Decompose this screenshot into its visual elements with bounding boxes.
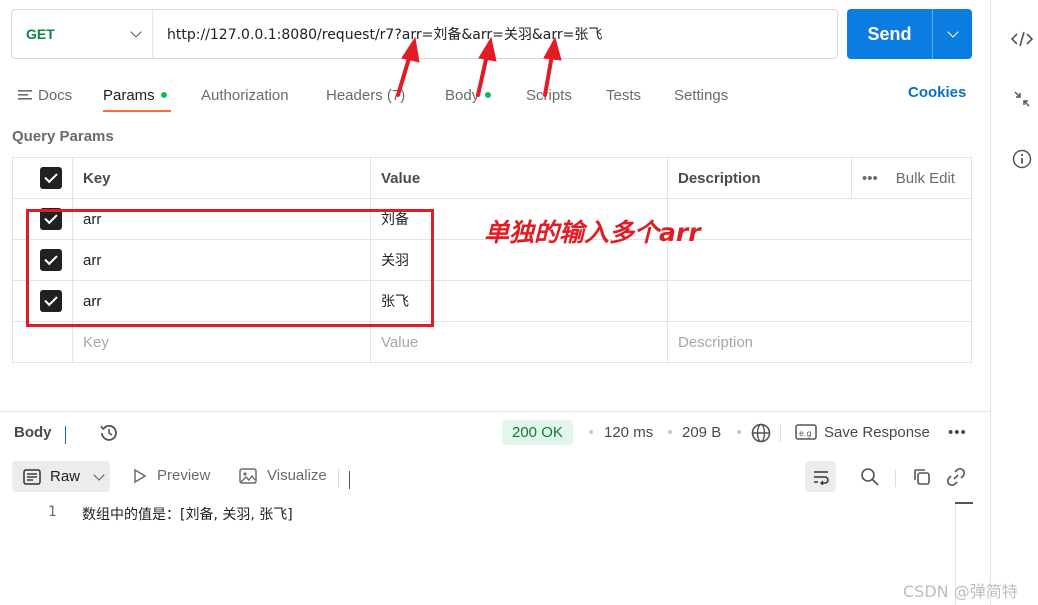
tab-label: Headers (7) bbox=[326, 86, 406, 104]
history-icon[interactable] bbox=[98, 422, 120, 448]
active-indicator-dot bbox=[160, 92, 167, 98]
tab-label: Scripts bbox=[526, 86, 572, 104]
url-input[interactable]: http://127.0.0.1:8080/request/r7?arr=刘备&… bbox=[153, 24, 602, 44]
sidebar-divider bbox=[990, 0, 991, 605]
play-icon bbox=[134, 468, 147, 483]
response-header: Body 200 OK 120 ms 209 B e.g Save Respon… bbox=[0, 418, 990, 448]
line-number: 1 bbox=[48, 504, 57, 520]
method-label: GET bbox=[26, 26, 55, 42]
chevron-down-icon bbox=[65, 426, 66, 444]
status-badge[interactable]: 200 OK bbox=[502, 420, 573, 445]
new-key-input[interactable]: Key bbox=[72, 321, 371, 363]
preview-button[interactable]: Preview bbox=[133, 467, 210, 484]
chevron-down-icon bbox=[946, 26, 959, 38]
method-select[interactable]: GET bbox=[12, 10, 153, 58]
url-bar: GET http://127.0.0.1:8080/request/r7?arr… bbox=[11, 9, 838, 59]
raw-icon bbox=[23, 468, 41, 485]
request-tabs: Docs Params Authorization Headers (7) Bo… bbox=[0, 78, 990, 114]
column-header-value: Value bbox=[370, 157, 668, 199]
chevron-down-icon bbox=[130, 26, 142, 38]
scrollbar-thumb[interactable] bbox=[955, 502, 973, 504]
separator bbox=[780, 424, 781, 442]
bulk-edit-button[interactable]: Bulk Edit bbox=[896, 170, 955, 187]
tab-authorization[interactable]: Authorization bbox=[201, 78, 289, 112]
globe-icon[interactable] bbox=[750, 422, 772, 448]
more-options-icon[interactable]: ••• bbox=[862, 170, 878, 187]
collapse-icon[interactable] bbox=[1010, 87, 1034, 111]
more-options-icon[interactable]: ••• bbox=[948, 424, 967, 441]
tab-docs[interactable]: Docs bbox=[18, 78, 72, 112]
tab-label: Docs bbox=[38, 86, 73, 104]
tab-scripts[interactable]: Scripts bbox=[526, 78, 572, 112]
format-label: Raw bbox=[50, 468, 81, 485]
separator-dot bbox=[589, 430, 593, 434]
line-content[interactable]: 数组中的值是：[刘备, 关羽, 张飞] bbox=[82, 504, 293, 524]
tab-label: Body bbox=[445, 86, 480, 104]
response-format-bar: Raw Preview Visualize bbox=[0, 461, 990, 493]
visualize-button[interactable]: Visualize bbox=[239, 467, 327, 484]
select-all-checkbox[interactable] bbox=[40, 167, 62, 189]
new-value-input[interactable]: Value bbox=[370, 321, 668, 363]
bulk-edit-cell: ••• Bulk Edit bbox=[851, 157, 972, 199]
wrap-icon bbox=[813, 470, 829, 485]
search-icon[interactable] bbox=[860, 467, 880, 491]
column-header-description: Description bbox=[667, 157, 852, 199]
separator-dot bbox=[737, 430, 741, 434]
tab-label: Authorization bbox=[201, 86, 289, 104]
wrap-lines-button[interactable] bbox=[805, 461, 836, 492]
table-row-empty: Key Value Description bbox=[12, 321, 972, 363]
response-size[interactable]: 209 B bbox=[682, 424, 721, 441]
chevron-down-icon bbox=[349, 471, 350, 489]
code-icon[interactable] bbox=[1010, 27, 1034, 51]
separator bbox=[895, 469, 896, 487]
param-description[interactable] bbox=[667, 198, 972, 240]
query-params-title: Query Params bbox=[12, 128, 114, 145]
send-label[interactable]: Send bbox=[847, 9, 933, 59]
svg-text:e.g: e.g bbox=[799, 429, 812, 438]
param-description[interactable] bbox=[667, 239, 972, 281]
image-icon bbox=[239, 467, 257, 484]
active-tab-underline bbox=[103, 110, 171, 112]
tab-label: Settings bbox=[674, 86, 729, 104]
link-icon[interactable] bbox=[946, 467, 966, 491]
response-time[interactable]: 120 ms bbox=[604, 424, 653, 441]
table-header-row: Key Value Description ••• Bulk Edit bbox=[12, 157, 972, 199]
separator bbox=[338, 469, 339, 487]
highlight-box bbox=[26, 209, 434, 327]
save-response-icon: e.g bbox=[795, 423, 817, 445]
save-response-button[interactable]: Save Response bbox=[824, 424, 930, 441]
copy-icon[interactable] bbox=[912, 467, 932, 491]
response-body-label[interactable]: Body bbox=[14, 424, 52, 441]
visualize-dropdown[interactable] bbox=[349, 471, 350, 489]
tab-settings[interactable]: Settings bbox=[674, 78, 728, 112]
tab-label: Params bbox=[103, 86, 155, 104]
tab-headers[interactable]: Headers (7) bbox=[326, 78, 405, 112]
tab-body[interactable]: Body bbox=[445, 78, 492, 112]
cookies-link[interactable]: Cookies bbox=[908, 84, 966, 101]
tab-params[interactable]: Params bbox=[103, 78, 167, 112]
pane-divider[interactable] bbox=[0, 411, 990, 412]
body-indicator-dot bbox=[485, 92, 492, 98]
header-checkbox-cell bbox=[12, 157, 73, 199]
format-select[interactable]: Raw bbox=[12, 461, 110, 492]
column-header-key: Key bbox=[72, 157, 371, 199]
docs-icon bbox=[18, 90, 32, 100]
info-icon[interactable] bbox=[1010, 147, 1034, 171]
new-description-input[interactable]: Description bbox=[667, 321, 972, 363]
visualize-label: Visualize bbox=[267, 467, 327, 484]
tab-tests[interactable]: Tests bbox=[606, 78, 641, 112]
param-description[interactable] bbox=[667, 280, 972, 322]
send-button[interactable]: Send bbox=[847, 9, 972, 59]
preview-label: Preview bbox=[157, 467, 211, 484]
tab-label: Tests bbox=[606, 86, 642, 104]
separator-dot bbox=[668, 430, 672, 434]
watermark: CSDN @弹简特 bbox=[903, 582, 1018, 601]
chevron-down-icon bbox=[93, 468, 105, 481]
annotation-text: 单独的输入多个arr bbox=[484, 218, 701, 247]
response-body-dropdown[interactable] bbox=[65, 426, 66, 444]
send-options-button[interactable] bbox=[933, 9, 972, 59]
